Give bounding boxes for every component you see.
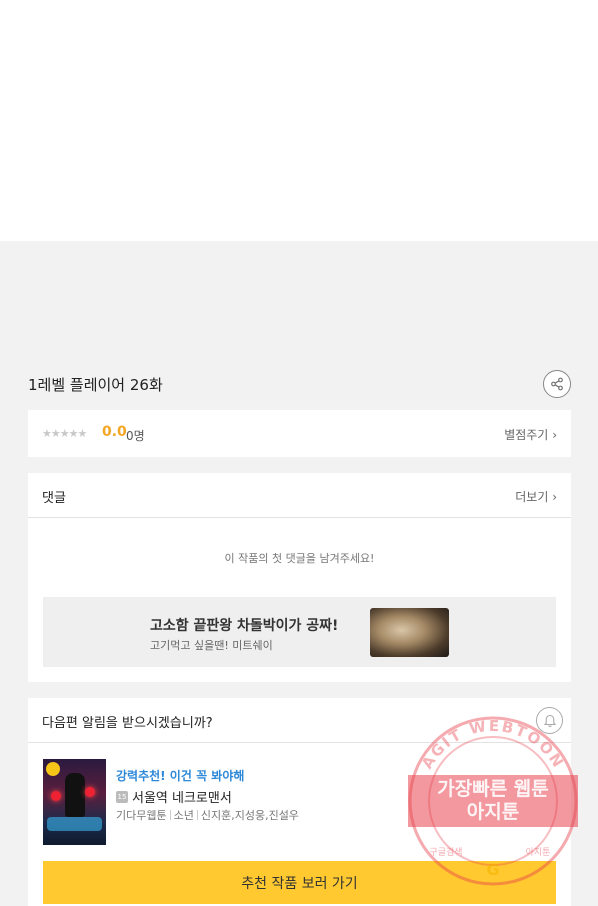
- thumbnail-glow-left: [51, 791, 61, 801]
- more-label: 더보기: [515, 490, 549, 504]
- ad-subtitle: 고기먹고 싶을땐! 미트쉐이: [150, 639, 273, 652]
- rating-score: 0.0: [102, 424, 127, 440]
- recommendation-promo: 강력추천! 이건 꼭 봐야해: [116, 769, 245, 783]
- comments-more-button[interactable]: 더보기 ›: [515, 488, 557, 505]
- recommendation-title-row[interactable]: 15 서울역 네크로맨서: [116, 787, 232, 806]
- chevron-right-icon: ›: [552, 428, 557, 442]
- share-button[interactable]: [543, 370, 571, 398]
- meta-genre: 소년: [173, 809, 194, 822]
- clock-icon: [46, 762, 60, 776]
- notify-card: 다음편 알림을 받으시겠습니까? 강력추천! 이건 꼭 봐야해 15 서울역 네…: [28, 698, 571, 906]
- ad-image: [370, 608, 449, 657]
- share-icon: [551, 377, 563, 391]
- recommendation-meta: 기다무웹툰 소년 신지훈,지성웅,진설우: [116, 807, 299, 823]
- rate-label: 별점주기: [504, 428, 549, 442]
- recommendation-thumbnail[interactable]: [43, 759, 106, 845]
- ad-title: 고소함 끝판왕 차돌박이가 공짜!: [150, 618, 339, 634]
- comments-empty-message: 이 작품의 첫 댓글을 남겨주세요!: [224, 552, 375, 565]
- recommendation-title: 서울역 네크로맨서: [132, 791, 232, 806]
- episode-title: 1레벨 플레이어 26화: [28, 376, 163, 394]
- comments-header: 댓글 더보기 ›: [28, 473, 571, 518]
- comments-card: 댓글 더보기 › 이 작품의 첫 댓글을 남겨주세요! 고소함 끝판왕 차돌박이…: [28, 473, 571, 682]
- thumbnail-figure: [65, 773, 85, 817]
- age-rating-badge: 15: [116, 790, 128, 803]
- meta-divider: [196, 810, 198, 820]
- notify-question: 다음편 알림을 받으시겠습니까?: [42, 716, 213, 731]
- thumbnail-glow-right: [85, 787, 95, 797]
- chevron-right-icon: ›: [552, 490, 557, 504]
- notify-header: 다음편 알림을 받으시겠습니까?: [28, 698, 571, 743]
- view-recommendation-button[interactable]: 추천 작품 보러 가기: [43, 861, 556, 904]
- rate-button[interactable]: 별점주기 ›: [504, 426, 557, 443]
- thumbnail-logo: [47, 817, 102, 831]
- meta-divider: [169, 810, 171, 820]
- rating-voters: 0명: [126, 429, 145, 443]
- meta-category: 기다무웹툰: [116, 809, 167, 822]
- comments-title: 댓글: [42, 491, 66, 506]
- rating-stars[interactable]: ★★★★★: [42, 427, 87, 440]
- notify-bell-button[interactable]: [536, 707, 563, 734]
- bell-icon: [543, 714, 556, 727]
- ad-banner[interactable]: 고소함 끝판왕 차돌박이가 공짜! 고기먹고 싶을땐! 미트쉐이: [43, 597, 556, 667]
- meta-authors: 신지훈,지성웅,진설우: [200, 809, 299, 822]
- rating-card: ★★★★★ 0.0 0명 별점주기 ›: [28, 410, 571, 457]
- top-blank-area: [0, 0, 598, 241]
